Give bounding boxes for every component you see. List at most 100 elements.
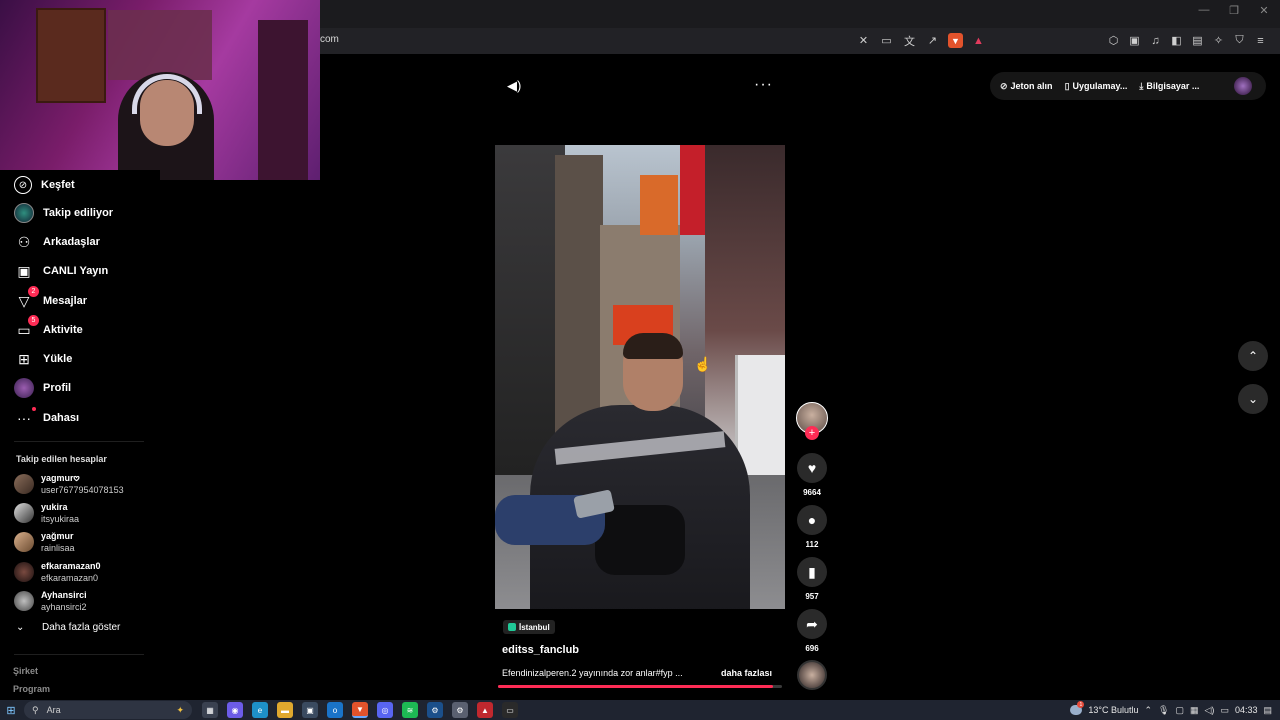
- taskbar-search[interactable]: ⚲ Ara ✦: [24, 701, 192, 719]
- heart-icon: ♥: [807, 460, 817, 476]
- cast-icon[interactable]: ▭: [879, 33, 894, 48]
- screenshot-icon[interactable]: ▣: [1127, 33, 1142, 48]
- follow-plus-icon[interactable]: +: [805, 426, 819, 440]
- volume-icon[interactable]: ◀): [507, 78, 521, 94]
- sidebar-item-label: Arkadaşlar: [43, 236, 100, 248]
- file-explorer-icon[interactable]: ▬: [277, 702, 293, 718]
- account-username: ayhansirci2: [41, 602, 87, 612]
- brave-shields-icon[interactable]: ▼: [948, 33, 963, 48]
- copilot-icon[interactable]: ◉: [227, 702, 243, 718]
- location-pin-icon: [508, 623, 516, 631]
- close-button[interactable]: ✕: [1256, 4, 1272, 17]
- followed-account[interactable]: yukira itsyukiraa: [14, 501, 79, 525]
- clock[interactable]: 04:33: [1235, 705, 1258, 715]
- notification-icon[interactable]: ▤: [1263, 705, 1272, 716]
- sidebar-item-profile[interactable]: Profil: [14, 377, 71, 399]
- task-view-icon[interactable]: ▦: [202, 702, 218, 718]
- upload-icon: ⊞: [18, 350, 30, 367]
- location-tag[interactable]: İstanbul: [503, 620, 555, 634]
- avatar[interactable]: [1234, 77, 1252, 95]
- followed-account[interactable]: Ayhansirci ayhansirci2: [14, 589, 87, 613]
- like-button[interactable]: ♥: [797, 453, 827, 483]
- sidebar-item-following[interactable]: Takip ediliyor: [14, 202, 113, 224]
- extensions-icon[interactable]: ⬡: [1106, 33, 1121, 48]
- msi-icon[interactable]: ▲: [477, 702, 493, 718]
- desktop-app-button[interactable]: ⤓ Bilgisayar ...: [1139, 81, 1199, 92]
- followed-account[interactable]: efkaramazan0 efkaramazan0: [14, 560, 101, 584]
- phone-icon: ▯: [1064, 80, 1070, 91]
- followed-account[interactable]: yağmur rainlisaa: [14, 530, 75, 554]
- weather-label[interactable]: 13°C Bulutlu: [1088, 705, 1138, 715]
- footer-link-company[interactable]: Şirket: [13, 666, 38, 676]
- sidebar-item-activity[interactable]: ▭ 5 Aktivite: [14, 315, 83, 341]
- store-icon[interactable]: ▣: [302, 702, 318, 718]
- video-player[interactable]: [495, 145, 785, 609]
- discord-icon[interactable]: ◎: [377, 702, 393, 718]
- next-video-button[interactable]: ⌄: [1238, 384, 1268, 414]
- show-more-button[interactable]: ⌄ Daha fazla göster: [16, 622, 120, 633]
- translate-icon[interactable]: 文: [902, 33, 917, 48]
- video-progress-bar[interactable]: [498, 685, 782, 688]
- wallet-icon[interactable]: ▤: [1190, 33, 1205, 48]
- get-app-button[interactable]: ▯ Uygulamay...: [1065, 81, 1128, 92]
- comment-button[interactable]: ●: [797, 505, 827, 535]
- share-button[interactable]: ➦: [797, 609, 827, 639]
- webcam-overlay: [0, 0, 320, 180]
- sidebar-item-live[interactable]: ▣ CANLI Yayın: [14, 260, 108, 282]
- previous-video-button[interactable]: ⌃: [1238, 341, 1268, 371]
- sidebar-item-upload[interactable]: ⊞ Yükle: [14, 348, 72, 370]
- sidebar-item-more[interactable]: ··· Dahası: [14, 407, 79, 429]
- chevron-down-icon: ⌄: [16, 622, 25, 633]
- taskbar-apps: ▦ ◉ e ▬ ▣ o ▼ ◎ ≋ ⚙ ⚙ ▲ ▭: [202, 702, 518, 718]
- comment-icon: ●: [807, 512, 817, 528]
- footer-link-program[interactable]: Program: [13, 684, 50, 694]
- address-bar[interactable]: com: [320, 34, 339, 45]
- save-button[interactable]: ▮: [797, 557, 827, 587]
- wall-poster: [36, 8, 106, 103]
- windows-start-icon[interactable]: ⊞: [0, 700, 22, 720]
- microphone-icon[interactable]: 🎙: [1158, 705, 1169, 716]
- compass-icon: ⊘: [14, 176, 32, 194]
- camera-icon[interactable]: ▢: [1175, 705, 1184, 716]
- sidebar-item-messages[interactable]: ▽ 2 Mesajlar: [14, 286, 87, 312]
- account-name: efkaramazan0: [41, 561, 101, 571]
- sparkle-icon: ✦: [176, 704, 184, 715]
- video-scene: [680, 145, 706, 235]
- video-username[interactable]: editss_fanclub: [502, 644, 579, 656]
- minimize-button[interactable]: —: [1196, 4, 1212, 17]
- speaker-icon[interactable]: ◁): [1205, 705, 1215, 716]
- leo-icon[interactable]: ✧: [1211, 33, 1226, 48]
- steam-icon[interactable]: ⚙: [427, 702, 443, 718]
- edge-icon[interactable]: e: [252, 702, 268, 718]
- get-coins-button[interactable]: ⊘ Jeton alın: [1000, 81, 1053, 92]
- outlook-icon[interactable]: o: [327, 702, 343, 718]
- music-disc-icon[interactable]: [797, 660, 827, 690]
- battery-icon[interactable]: ▭: [1220, 705, 1229, 716]
- wall-poster: [108, 10, 212, 80]
- save-count: 957: [805, 592, 819, 601]
- activity-icon: ▭ 5: [14, 315, 39, 340]
- more-options-icon[interactable]: ···: [754, 76, 773, 94]
- sidebar-item-friends[interactable]: ⚇ Arkadaşlar: [14, 231, 100, 253]
- spotify-icon[interactable]: ≋: [402, 702, 418, 718]
- sidebar-icon[interactable]: ◧: [1169, 33, 1184, 48]
- no-translate-icon[interactable]: ✕: [856, 33, 871, 48]
- share-icon[interactable]: ↗: [925, 33, 940, 48]
- weather-icon[interactable]: 1: [1070, 701, 1085, 715]
- maximize-button[interactable]: ❐: [1226, 4, 1242, 17]
- brave-rewards-icon[interactable]: ▲: [971, 33, 986, 48]
- vpn-icon[interactable]: ⛉: [1232, 33, 1247, 48]
- chevron-up-icon[interactable]: ⌃: [1145, 705, 1153, 716]
- menu-icon[interactable]: ≡: [1253, 33, 1268, 48]
- followed-account[interactable]: yagmur𖹭 user7677954078153: [14, 472, 124, 496]
- network-icon[interactable]: ▦: [1190, 705, 1199, 716]
- address-bar-icons: ✕ ▭ 文 ↗ ▼ ▲: [856, 33, 986, 48]
- sidebar-item-explore[interactable]: ⊘ Keşfet: [14, 174, 75, 196]
- media-icon[interactable]: ♫: [1148, 33, 1163, 48]
- settings-icon[interactable]: ⚙: [452, 702, 468, 718]
- brave-icon[interactable]: ▼: [352, 702, 368, 718]
- video-progress-fill: [498, 685, 774, 688]
- following-section-title: Takip edilen hesaplar: [16, 454, 107, 464]
- terminal-icon[interactable]: ▭: [502, 702, 518, 718]
- see-more-link[interactable]: daha fazlası: [721, 668, 772, 678]
